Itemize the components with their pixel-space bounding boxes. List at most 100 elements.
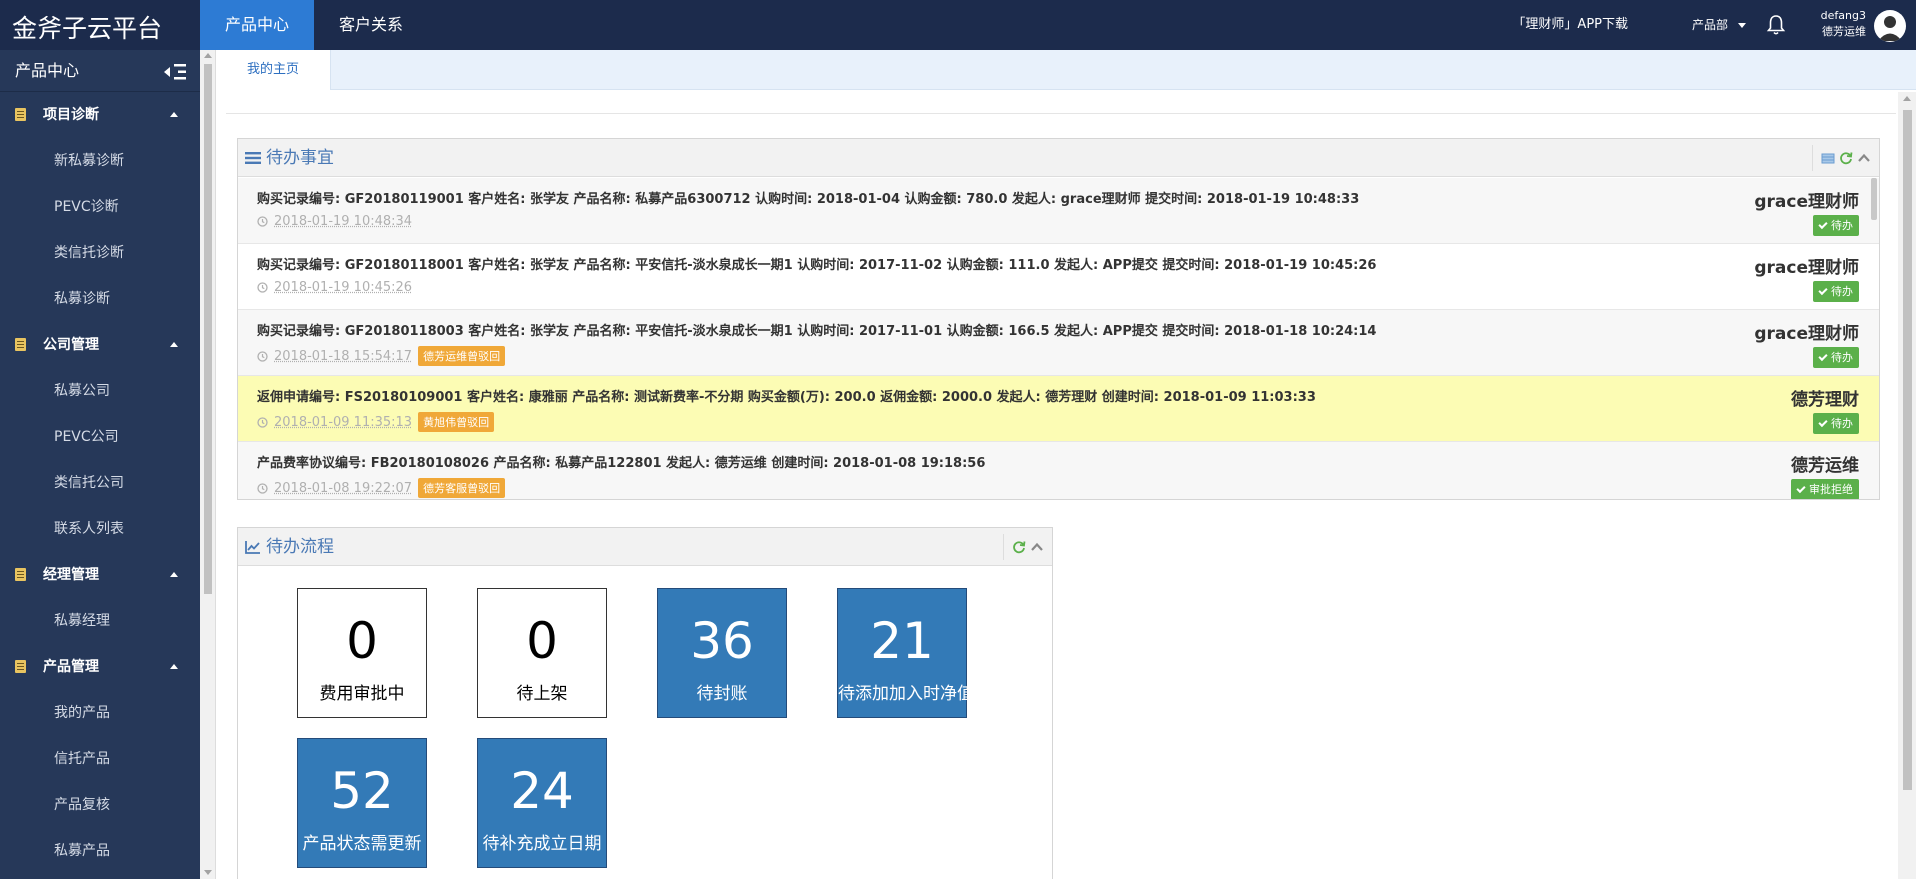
sidebar-group-label: 公司管理 xyxy=(43,337,99,353)
sidebar-group-label: 项目诊断 xyxy=(43,107,99,123)
sidebar-item-private-company[interactable]: 私募公司 xyxy=(0,368,200,414)
sidebar-item-private-manager[interactable]: 私募经理 xyxy=(0,598,200,644)
file-icon xyxy=(15,568,26,581)
tile-fee-approval[interactable]: 0 费用审批中 xyxy=(297,588,427,718)
chevron-up-icon[interactable] xyxy=(1857,151,1871,165)
tile-count: 0 xyxy=(346,612,378,670)
panel-tools xyxy=(1003,534,1052,560)
todo-initiator: grace理财师 xyxy=(1754,192,1859,212)
clock-icon xyxy=(257,216,268,227)
sidebar-item-contacts[interactable]: 联系人列表 xyxy=(0,506,200,552)
clock-icon xyxy=(257,416,268,428)
sidebar-group-product[interactable]: 产品管理 xyxy=(0,644,200,690)
todo-time: 2018-01-08 19:22:07 xyxy=(274,480,413,496)
avatar[interactable] xyxy=(1874,10,1906,42)
top-navbar: 金斧子云平台 产品中心 客户关系 「理财师」APP下载 产品部 defang3 … xyxy=(0,0,1916,50)
todo-meta: 2018-01-19 10:48:34 xyxy=(257,214,1879,229)
panel-tools xyxy=(1812,145,1879,171)
todo-row[interactable]: 购买记录编号: GF20180119001 客户姓名: 张学友 产品名称: 私募… xyxy=(238,178,1879,244)
tile-pending-nav[interactable]: 21 待添加加入时净值 xyxy=(837,588,974,718)
page-scrollbar[interactable] xyxy=(1898,92,1916,879)
todo-meta: 2018-01-19 10:45:26 xyxy=(257,280,1879,295)
brand-logo[interactable]: 金斧子云平台 xyxy=(12,9,162,45)
department-dropdown[interactable]: 产品部 xyxy=(1692,0,1746,50)
sidebar-item-pevc-company[interactable]: PEVC公司 xyxy=(0,414,200,460)
tab-customer-relations[interactable]: 客户关系 xyxy=(314,0,428,50)
tile-label: 费用审批中 xyxy=(319,684,405,704)
scroll-down-icon[interactable] xyxy=(204,870,212,875)
todo-time: 2018-01-09 11:35:13 xyxy=(274,414,413,430)
sidebar-item-my-products[interactable]: 我的产品 xyxy=(0,690,200,736)
sidebar-item-new-private-diagnosis[interactable]: 新私募诊断 xyxy=(0,138,200,184)
sidebar-item-trust-products[interactable]: 信托产品 xyxy=(0,736,200,782)
sidebar-item-trust-company[interactable]: 类信托公司 xyxy=(0,460,200,506)
top-nav-tabs: 产品中心 客户关系 xyxy=(200,0,428,50)
todo-time: 2018-01-19 10:48:34 xyxy=(274,214,413,229)
bell-icon[interactable] xyxy=(1766,14,1786,36)
sidebar-item-product-review[interactable]: 产品复核 xyxy=(0,782,200,828)
username: defang3 xyxy=(1820,9,1866,22)
sidebar-item-trust-diagnosis[interactable]: 类信托诊断 xyxy=(0,230,200,276)
rejected-badge: 黄旭伟曾驳回 xyxy=(418,412,495,432)
tile-status-update[interactable]: 52 产品状态需更新 xyxy=(297,738,427,868)
scrollbar-thumb[interactable] xyxy=(1903,110,1912,790)
caret-down-icon xyxy=(1738,23,1746,28)
tile-label: 待补充成立日期 xyxy=(482,834,602,854)
tile-establish-date[interactable]: 24 待补充成立日期 xyxy=(477,738,607,868)
check-icon xyxy=(1818,417,1828,428)
todo-row[interactable]: 产品费率协议编号: FB20180108026 产品名称: 私募产品122801… xyxy=(238,442,1879,499)
caret-up-icon xyxy=(170,572,178,577)
todo-action-button[interactable]: 审批拒绝 xyxy=(1791,479,1859,499)
todo-list: 购买记录编号: GF20180119001 客户姓名: 张学友 产品名称: 私募… xyxy=(238,178,1879,499)
tile-pending-listing[interactable]: 0 待上架 xyxy=(477,588,607,718)
app-download-link[interactable]: 「理财师」APP下载 xyxy=(1512,0,1628,50)
todo-initiator: grace理财师 xyxy=(1754,258,1859,278)
scroll-up-icon[interactable] xyxy=(1903,96,1911,101)
tile-count: 0 xyxy=(526,612,558,670)
list-scrollbar-thumb[interactable] xyxy=(1871,178,1877,220)
sidebar-item-pevc-diagnosis[interactable]: PEVC诊断 xyxy=(0,184,200,230)
tile-count: 36 xyxy=(690,612,754,670)
tile-pending-close[interactable]: 36 待封账 xyxy=(657,588,787,718)
tile-count: 24 xyxy=(510,762,574,820)
caret-up-icon xyxy=(170,342,178,347)
todo-action-button[interactable]: 待办 xyxy=(1813,281,1859,302)
user-info[interactable]: defang3 德芳运维 xyxy=(1821,8,1866,40)
todo-description: 返佣申请编号: FS20180109001 客户姓名: 康雅丽 产品名称: 测试… xyxy=(257,390,1316,405)
divider xyxy=(226,113,1896,114)
table-icon[interactable] xyxy=(1821,151,1835,165)
todo-action-button[interactable]: 待办 xyxy=(1813,215,1859,236)
sidebar-group-manager[interactable]: 经理管理 xyxy=(0,552,200,598)
check-icon xyxy=(1818,285,1828,296)
caret-up-icon xyxy=(170,664,178,669)
tile-count: 52 xyxy=(330,762,394,820)
tile-label: 产品状态需更新 xyxy=(302,834,422,854)
refresh-icon[interactable] xyxy=(1839,151,1853,165)
scrollbar-thumb[interactable] xyxy=(204,64,212,594)
process-panel-title: 待办流程 xyxy=(266,537,334,557)
sidebar-group-company[interactable]: 公司管理 xyxy=(0,322,200,368)
scroll-up-icon[interactable] xyxy=(204,53,212,58)
tab-home[interactable]: 我的主页 xyxy=(216,50,331,90)
check-icon xyxy=(1796,483,1806,494)
todo-row[interactable]: 返佣申请编号: FS20180109001 客户姓名: 康雅丽 产品名称: 测试… xyxy=(238,376,1879,442)
sidebar-scrollbar[interactable] xyxy=(200,50,216,879)
sidebar-group-diagnosis[interactable]: 项目诊断 xyxy=(0,92,200,138)
clock-icon xyxy=(257,282,268,293)
tile-label: 待添加加入时净值 xyxy=(838,684,974,704)
sidebar-header: 产品中心 xyxy=(0,50,200,92)
sidebar-item-private-products[interactable]: 私募产品 xyxy=(0,828,200,874)
todo-row[interactable]: 购买记录编号: GF20180118001 客户姓名: 张学友 产品名称: 平安… xyxy=(238,244,1879,310)
sidebar-item-private-diagnosis[interactable]: 私募诊断 xyxy=(0,276,200,322)
chevron-up-icon[interactable] xyxy=(1030,540,1044,554)
todo-action-button[interactable]: 待办 xyxy=(1813,413,1859,434)
todo-row[interactable]: 购买记录编号: GF20180118003 客户姓名: 张学友 产品名称: 平安… xyxy=(238,310,1879,376)
indent-icon[interactable] xyxy=(164,63,186,81)
tab-product-center[interactable]: 产品中心 xyxy=(200,0,315,50)
line-chart-icon xyxy=(245,541,260,554)
file-icon xyxy=(15,660,26,673)
todo-action-button[interactable]: 待办 xyxy=(1813,347,1859,368)
process-panel: 待办流程 0 费用审批中 0 待上架 36 待封账 21 待添加加入时净值 52… xyxy=(237,527,1053,879)
list-icon xyxy=(245,152,261,164)
refresh-icon[interactable] xyxy=(1012,540,1026,554)
